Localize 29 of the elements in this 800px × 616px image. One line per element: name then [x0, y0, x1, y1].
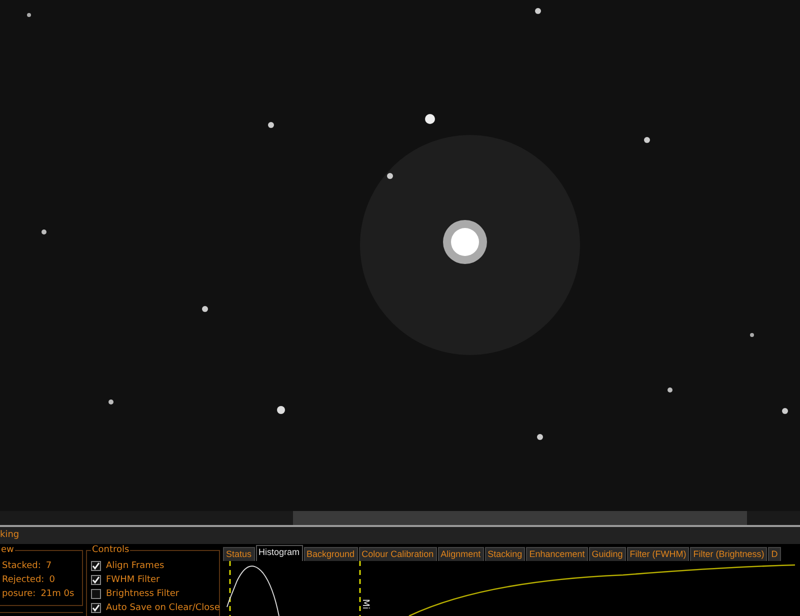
- stat-value: 21m 0s: [40, 588, 74, 601]
- tab[interactable]: Colour Calibration: [358, 547, 437, 561]
- tab[interactable]: Filter (Brightness): [690, 547, 768, 561]
- checkbox[interactable]: [91, 589, 101, 599]
- checkbox[interactable]: [91, 603, 101, 613]
- checkbox-label: Brightness Filter: [106, 588, 180, 601]
- stat-value: 0: [49, 574, 55, 587]
- tab[interactable]: Histogram: [256, 545, 303, 561]
- stat-label: Stacked:: [2, 560, 41, 573]
- tab[interactable]: Guiding: [588, 547, 626, 561]
- tab[interactable]: Status: [223, 547, 255, 561]
- scrollbar-thumb[interactable]: [293, 511, 747, 525]
- marker-label: Mi: [360, 599, 370, 610]
- tab[interactable]: Enhancement: [526, 547, 588, 561]
- tab[interactable]: Alignment: [438, 547, 484, 561]
- stat-value: 7: [46, 560, 52, 573]
- checkbox-label: FWHM Filter: [106, 574, 160, 587]
- tab[interactable]: Stacking: [484, 547, 526, 561]
- tab[interactable]: Filter (FWHM): [626, 547, 690, 561]
- stat-label: Rejected:: [2, 574, 44, 587]
- checkbox[interactable]: [91, 561, 101, 571]
- horizontal-scrollbar[interactable]: [0, 511, 800, 525]
- checkbox-label: Auto Save on Clear/Close: [106, 602, 220, 615]
- tab[interactable]: Background: [304, 547, 358, 561]
- panel-title: king: [0, 527, 800, 544]
- checkbox[interactable]: [91, 575, 101, 585]
- stat-label: posure:: [2, 588, 36, 601]
- tab[interactable]: D: [768, 547, 781, 561]
- checkbox-label: Align Frames: [106, 560, 164, 573]
